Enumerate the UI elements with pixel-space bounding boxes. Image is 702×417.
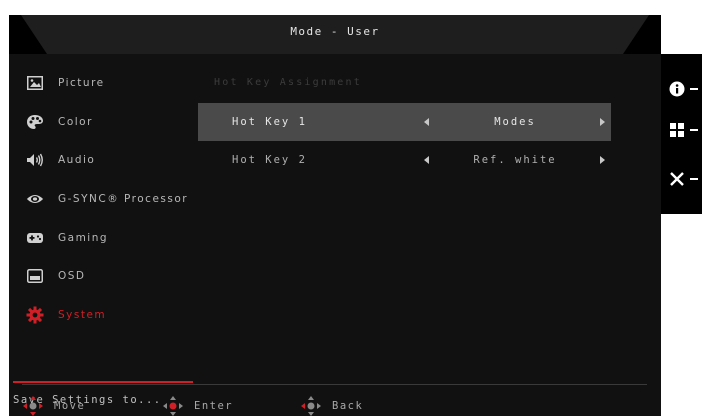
sidebar-item-label: Color — [58, 115, 93, 128]
arrow-right-icon[interactable] — [600, 118, 605, 126]
nav-back-icon — [301, 396, 321, 416]
nav-enter-icon — [163, 396, 183, 416]
guide-dash — [690, 178, 698, 180]
palette-icon — [26, 113, 44, 131]
gamepad-icon — [26, 229, 44, 247]
info-icon — [669, 81, 685, 97]
sidebar-item-label: OSD — [58, 270, 86, 283]
speaker-icon — [26, 151, 44, 169]
guide-dash — [690, 129, 698, 131]
sidebar-item-picture[interactable]: Picture — [9, 64, 195, 103]
arrow-right-icon[interactable] — [600, 156, 605, 164]
close-icon — [669, 171, 685, 187]
hint-label: Enter — [194, 400, 234, 412]
hint-move: Move — [22, 395, 85, 417]
hint-enter: Enter — [162, 395, 233, 417]
section-header: Hot Key Assignment — [214, 77, 362, 88]
osd-menu: Mode - User Picture Color Audio G-SYNC® … — [9, 15, 661, 416]
row-label: Hot Key 1 — [232, 116, 307, 128]
sidebar-item-label: Audio — [58, 154, 96, 167]
info-button[interactable] — [661, 74, 702, 104]
page-title: Mode - User — [290, 25, 380, 38]
arrow-left-icon[interactable] — [424, 156, 429, 164]
sidebar: Picture Color Audio G-SYNC® Processor Ga… — [9, 64, 195, 406]
sidebar-item-label: G-SYNC® Processor — [58, 193, 189, 206]
osd-window-icon — [26, 267, 44, 285]
button-guide-panel — [661, 54, 702, 214]
nvidia-eye-icon — [26, 190, 44, 208]
sidebar-item-osd[interactable]: OSD — [9, 257, 195, 296]
row-label: Hot Key 2 — [232, 154, 307, 166]
sidebar-item-system[interactable]: System — [9, 296, 195, 335]
nav-move-icon — [23, 396, 43, 416]
active-item-underline — [13, 381, 193, 383]
gear-icon — [26, 306, 44, 324]
arrow-left-icon[interactable] — [424, 118, 429, 126]
picture-icon — [26, 74, 44, 92]
sidebar-item-gsync[interactable]: G-SYNC® Processor — [9, 180, 195, 219]
footer-hints: Move Enter Back — [22, 395, 652, 417]
hint-label: Back — [332, 400, 364, 412]
sidebar-item-label: System — [58, 308, 107, 321]
sidebar-item-label: Gaming — [58, 231, 109, 244]
hotkey-2-row[interactable]: Hot Key 2 Ref. white — [198, 141, 611, 179]
hotkey-1-row[interactable]: Hot Key 1 Modes — [198, 103, 611, 141]
row-value: Modes — [494, 116, 536, 128]
footer-divider — [22, 384, 647, 385]
sidebar-item-audio[interactable]: Audio — [9, 141, 195, 180]
hint-label: Move — [54, 400, 86, 412]
hint-back: Back — [300, 395, 363, 417]
row-value: Ref. white — [473, 154, 557, 166]
menu-button[interactable] — [661, 115, 702, 145]
menu-grid-icon — [669, 122, 685, 138]
guide-dash — [690, 88, 698, 90]
sidebar-item-gaming[interactable]: Gaming — [9, 218, 195, 257]
close-button[interactable] — [661, 164, 702, 194]
title-bar: Mode - User — [9, 15, 661, 54]
sidebar-item-color[interactable]: Color — [9, 103, 195, 142]
sidebar-item-label: Picture — [58, 77, 105, 90]
